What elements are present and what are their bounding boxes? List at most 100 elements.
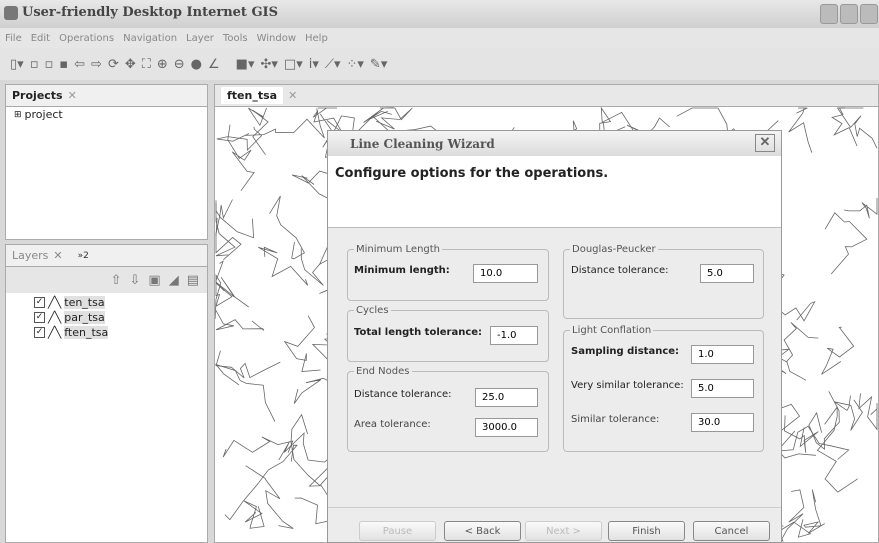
menu-navigation[interactable]: Navigation xyxy=(123,33,177,44)
map-line xyxy=(216,126,263,152)
area-tolerance-input[interactable] xyxy=(475,418,538,437)
map-line xyxy=(257,246,309,286)
min-length-input[interactable] xyxy=(473,264,538,283)
layer-checkbox[interactable]: ✓ xyxy=(34,297,45,308)
style-icon[interactable]: ◢ xyxy=(169,273,179,288)
dialog-close-button[interactable]: ✕ xyxy=(755,134,775,152)
layer-checkbox[interactable]: ✓ xyxy=(34,327,45,338)
zoom-out-icon[interactable]: ⊖ xyxy=(174,57,185,72)
app-icon xyxy=(4,6,18,20)
projects-tab[interactable]: Projects ✕ xyxy=(6,85,207,107)
map-line xyxy=(290,413,330,487)
sampling-distance-input[interactable] xyxy=(691,345,754,364)
group-legend: Cycles xyxy=(356,305,389,316)
cancel-button[interactable]: Cancel xyxy=(693,521,770,541)
similar-tolerance-label: Similar tolerance: xyxy=(571,414,660,425)
map-line xyxy=(821,326,855,375)
menu-file[interactable]: File xyxy=(5,33,22,44)
menu-window[interactable]: Window xyxy=(257,33,296,44)
group-legend: Light Conflation xyxy=(572,325,652,336)
menu-tools[interactable]: Tools xyxy=(223,33,248,44)
layer-props-icon[interactable]: ▣ xyxy=(148,273,160,288)
back-button[interactable]: < Back xyxy=(444,521,521,541)
project-item[interactable]: ⊞ project xyxy=(6,107,207,122)
move-up-icon[interactable]: ⇧ xyxy=(111,273,122,288)
sampling-distance-label: Sampling distance: xyxy=(571,346,680,357)
map-line xyxy=(215,203,236,257)
edit-icon[interactable]: ∠ xyxy=(208,57,220,72)
next-button[interactable]: Next > xyxy=(525,521,602,541)
tool-icon[interactable]: ✎▾ xyxy=(370,57,387,72)
total-length-input[interactable] xyxy=(490,326,538,345)
title-bar: User-friendly Desktop Internet GIS xyxy=(0,0,879,28)
menu-operations[interactable]: Operations xyxy=(59,33,114,44)
map-line xyxy=(243,500,265,529)
dialog-title-bar: Line Cleaning Wizard ✕ xyxy=(328,131,781,156)
move-icon[interactable]: ✣▾ xyxy=(260,57,277,72)
menu-edit[interactable]: Edit xyxy=(31,33,50,44)
forward-icon[interactable]: ⇨ xyxy=(91,57,102,72)
vertex-icon[interactable]: ⁘▾ xyxy=(347,57,364,72)
back-icon[interactable]: ⇦ xyxy=(74,57,85,72)
zoom-extent-icon[interactable]: ⛶ xyxy=(142,57,151,72)
map-line xyxy=(312,107,343,133)
map-line xyxy=(376,107,413,130)
map-tab-label: ften_tsa xyxy=(221,87,284,104)
layers-tab[interactable]: Layers ✕ »2 xyxy=(6,245,207,267)
measure-icon[interactable]: ⟋▾ xyxy=(325,57,341,72)
projects-tab-label: Projects xyxy=(12,89,63,102)
map-line xyxy=(227,124,255,192)
map-line xyxy=(803,489,825,534)
map-icon[interactable]: ■▾ xyxy=(236,57,255,72)
save-icon[interactable]: ▫ xyxy=(30,57,39,72)
print-icon[interactable]: ▪ xyxy=(59,57,68,72)
layers-tab-label: Layers xyxy=(12,249,49,262)
project-label: project xyxy=(24,108,63,121)
zoom-in-icon[interactable]: ⊕ xyxy=(157,57,168,72)
map-line xyxy=(831,107,864,147)
lock-icon[interactable]: ▤ xyxy=(187,273,199,288)
info-icon[interactable]: i▾ xyxy=(309,57,319,72)
pan-icon[interactable]: ✥ xyxy=(125,57,136,72)
end-distance-input[interactable] xyxy=(475,388,538,407)
menu-help[interactable]: Help xyxy=(305,33,328,44)
minimize-button[interactable] xyxy=(820,4,838,24)
dp-distance-label: Distance tolerance: xyxy=(571,265,669,276)
group-legend: Douglas-Peucker xyxy=(572,244,656,255)
new-icon[interactable]: ▯▾ xyxy=(10,57,24,72)
map-line xyxy=(224,444,298,521)
map-line xyxy=(834,395,863,431)
layer-item[interactable]: ✓ ╱╲ ten_tsa xyxy=(34,295,207,310)
min-length-label: Minimum length: xyxy=(354,265,450,276)
maximize-button[interactable] xyxy=(840,4,858,24)
save-all-icon[interactable]: ▫ xyxy=(45,57,54,72)
move-down-icon[interactable]: ⇩ xyxy=(130,273,141,288)
layer-label: ten_tsa xyxy=(64,296,105,309)
dp-distance-input[interactable] xyxy=(700,264,754,283)
map-tab[interactable]: ften_tsa ✕ xyxy=(215,85,878,107)
end-distance-label: Distance tolerance: xyxy=(354,389,452,400)
layer-item[interactable]: ✓ ╱╲ par_tsa xyxy=(34,310,207,325)
map-line xyxy=(215,310,265,331)
dialog-header: Configure options for the operations. xyxy=(328,156,781,228)
window-title: User-friendly Desktop Internet GIS xyxy=(22,5,279,20)
map-line xyxy=(824,212,868,275)
refresh-icon[interactable]: ⟳ xyxy=(108,57,119,72)
very-similar-input[interactable] xyxy=(691,379,754,398)
more-tabs[interactable]: »2 xyxy=(78,251,89,261)
projects-panel: Projects ✕ ⊞ project xyxy=(5,84,208,240)
layers-panel: Layers ✕ »2 ⇧ ⇩ ▣ ◢ ▤ ✓ ╱╲ ten_tsa ✓ ╱╲ par_tsa ✓ ╱… xyxy=(5,244,208,543)
area-tolerance-label: Area tolerance: xyxy=(354,419,431,430)
group-legend: Minimum Length xyxy=(356,244,441,255)
point-icon[interactable]: ● xyxy=(191,57,202,72)
pause-button[interactable]: Pause xyxy=(359,521,436,541)
layer-checkbox[interactable]: ✓ xyxy=(34,312,45,323)
finish-button[interactable]: Finish xyxy=(608,521,685,541)
toolbar: ▯▾ ▫ ▫ ▪ ⇦ ⇨ ⟳ ✥ ⛶ ⊕ ⊖ ● ∠ ■▾ ✣▾ □▾ i▾ ⟋… xyxy=(0,48,879,80)
total-length-label: Total length tolerance: xyxy=(354,327,483,338)
menu-layer[interactable]: Layer xyxy=(186,33,214,44)
layer-item[interactable]: ✓ ╱╲ ften_tsa xyxy=(34,325,207,340)
close-button[interactable] xyxy=(860,4,878,24)
select-icon[interactable]: □▾ xyxy=(284,57,303,72)
similar-tolerance-input[interactable] xyxy=(691,413,754,432)
